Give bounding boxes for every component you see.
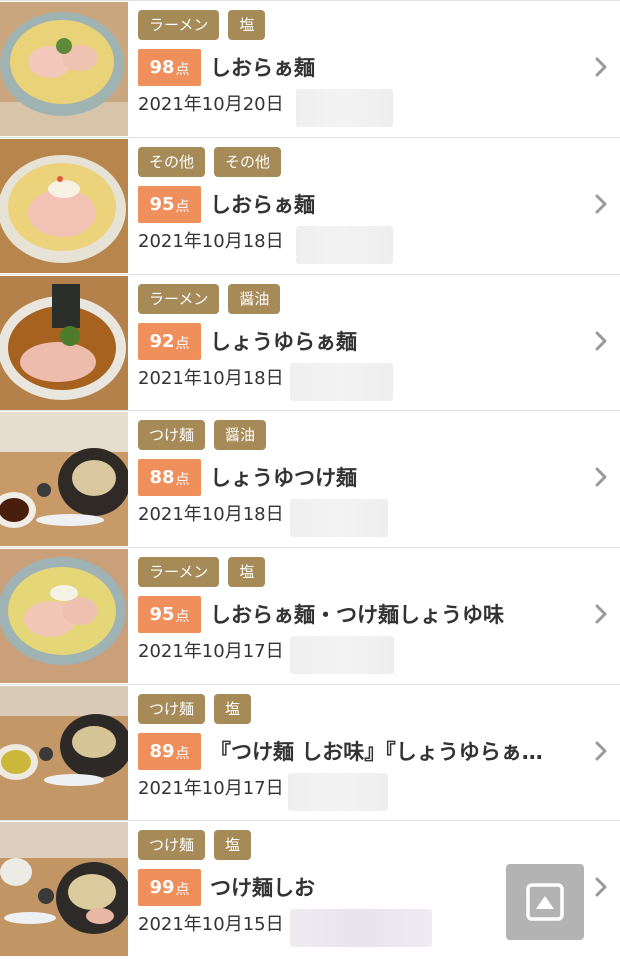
flavor-tag: 塩 [214,694,252,724]
item-date: 2021年10月17日 [138,641,284,662]
ramen-photo-icon [0,139,128,273]
score-badge: 89 点 [138,733,201,770]
ramen-photo-icon [0,686,128,820]
score-badge: 99 点 [138,869,201,906]
item-date: 2021年10月15日 [138,914,284,935]
score-unit: 点 [175,62,190,78]
score-unit: 点 [175,199,190,215]
flavor-tag: 醤油 [228,284,281,314]
item-date: 2021年10月18日 [138,368,284,389]
category-tag: つけ麺 [138,420,206,450]
score-badge: 92 点 [138,323,201,360]
item-title: 『つけ麺 しお味』『しょうゆらぁ… [210,740,543,764]
category-tag: ラーメン [138,10,220,40]
score-badge: 88 点 [138,459,201,496]
item-title: しょうゆつけ麺 [210,466,357,490]
ramen-photo-icon [0,822,128,956]
item-date: 2021年10月18日 [138,231,284,252]
chevron-right-icon [595,467,607,487]
category-tag: つけ麺 [138,694,206,724]
ramen-photo-icon [0,549,128,683]
chevron-right-icon [595,57,607,77]
category-tag: その他 [138,147,206,177]
blurred-area [296,89,393,127]
chevron-right-icon [595,194,607,214]
blurred-area [290,499,388,537]
flavor-tag: 塩 [228,10,266,40]
score-value: 95 [149,194,175,215]
score-value: 89 [149,741,175,762]
item-date: 2021年10月20日 [138,94,284,115]
category-tag: つけ麺 [138,830,206,860]
item-title: しおらぁ麺 [210,56,315,80]
item-title: しおらぁ麺 [210,193,315,217]
ramen-photo-icon [0,276,128,410]
item-date: 2021年10月18日 [138,504,284,525]
flavor-tag: 塩 [228,557,266,587]
blurred-area [290,363,393,401]
flavor-tag: 塩 [214,830,252,860]
score-value: 98 [149,57,175,78]
blurred-area [290,909,432,947]
category-tag: ラーメン [138,284,220,314]
list-item[interactable]: その他 その他 95 点 しおらぁ麺 2021年10月18日 [0,137,620,273]
flavor-tag: 醤油 [214,420,267,450]
score-unit: 点 [175,746,190,762]
score-badge: 95 点 [138,186,201,223]
chevron-right-icon [595,877,607,897]
blurred-area [290,636,394,674]
score-unit: 点 [175,609,190,625]
score-unit: 点 [175,336,190,352]
score-badge: 95 点 [138,596,201,633]
item-date: 2021年10月17日 [138,778,284,799]
list-item[interactable]: つけ麺 醤油 88 点 しょうゆつけ麺 2021年10月18日 [0,410,620,546]
list-item[interactable]: つけ麺 塩 89 点 『つけ麺 しお味』『しょうゆらぁ… 2021年10月17日 [0,684,620,820]
item-title: しょうゆらぁ麺 [210,330,357,354]
item-title: しおらぁ麺・つけ麺しょうゆ味 [210,603,504,627]
scroll-to-top-button[interactable] [506,864,584,940]
ramen-photo-icon [0,2,128,136]
ramen-photo-icon [0,412,128,546]
score-value: 95 [149,604,175,625]
score-value: 99 [149,877,175,898]
list-item[interactable]: ラーメン 塩 98 点 しおらぁ麺 2021年10月20日 [0,0,620,136]
score-value: 88 [149,467,175,488]
chevron-right-icon [595,741,607,761]
list-item[interactable]: ラーメン 塩 95 点 しおらぁ麺・つけ麺しょうゆ味 2021年10月17日 [0,547,620,683]
flavor-tag: その他 [214,147,282,177]
blurred-area [288,773,388,811]
chevron-right-icon [595,604,607,624]
scroll-to-top-icon [526,883,564,921]
score-badge: 98 点 [138,49,201,86]
score-unit: 点 [175,472,190,488]
list-item[interactable]: ラーメン 醤油 92 点 しょうゆらぁ麺 2021年10月18日 [0,274,620,410]
blurred-area [296,226,393,264]
category-tag: ラーメン [138,557,220,587]
chevron-right-icon [595,331,607,351]
score-unit: 点 [175,882,190,898]
score-value: 92 [149,331,175,352]
